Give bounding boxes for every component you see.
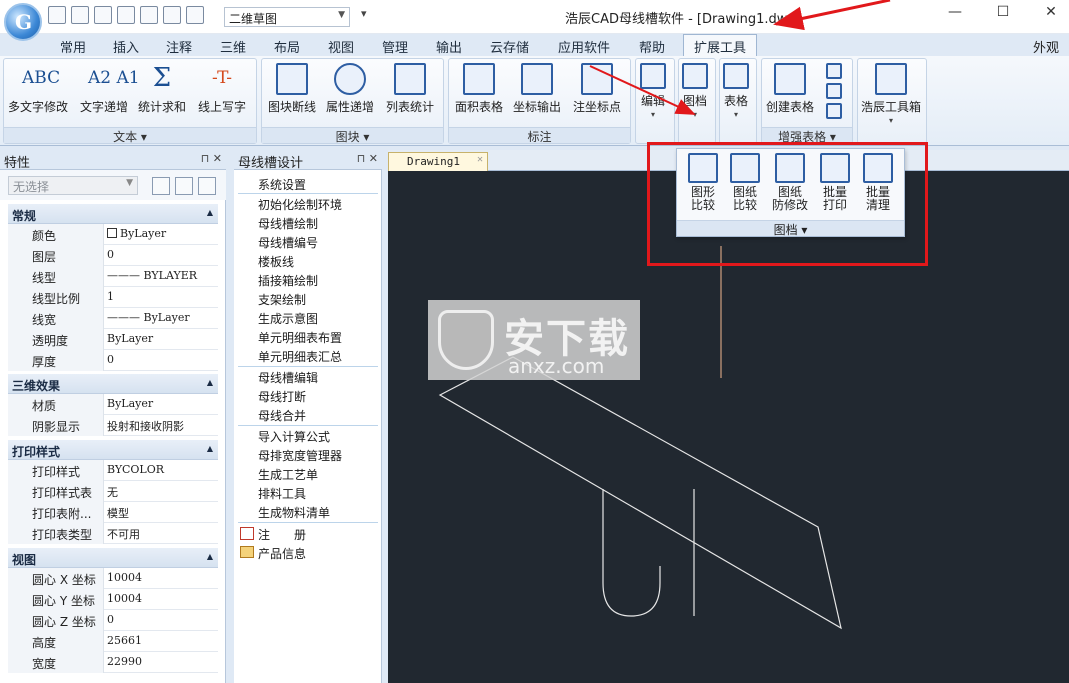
arrow-to-archive xyxy=(589,65,696,115)
app-logo-button[interactable]: G xyxy=(4,3,42,41)
logo-letter: G xyxy=(15,10,33,34)
arrow-to-title xyxy=(773,0,891,31)
annotation-arrows xyxy=(589,0,891,115)
